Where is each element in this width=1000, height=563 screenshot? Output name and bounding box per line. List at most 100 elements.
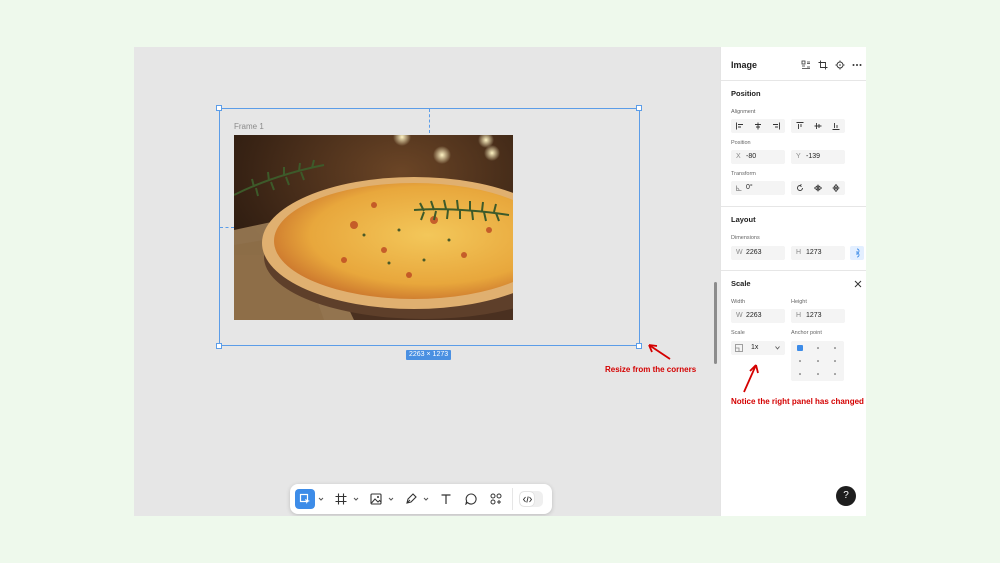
align-middle-icon[interactable] [814,122,822,130]
align-vertical-group [791,119,845,133]
comment-icon [465,493,477,505]
editor-window: Frame 1 2263 × 1273 Resize from the corn… [134,47,866,516]
resize-handle-top-left[interactable] [216,105,222,111]
w-value[interactable]: 2263 [746,309,762,323]
move-icon [299,493,310,504]
rotation-value[interactable]: 0° [746,181,753,195]
flip-horizontal-icon[interactable] [814,184,822,192]
align-right-icon[interactable] [772,122,780,130]
image-icon [370,493,382,505]
pen-icon [406,493,417,504]
resize-handle-top-right[interactable] [636,105,642,111]
anchor-middle-right[interactable] [834,360,836,362]
properties-panel: Image Position Alignment Position X -80 … [720,47,866,516]
link-icon [856,248,860,258]
anchor-point-label: Anchor point [791,330,822,336]
layout-width-field[interactable]: W 2263 [731,246,785,260]
chevron-down-icon[interactable] [423,496,429,502]
component-icon[interactable] [835,60,845,70]
annotation-arrow-panel [743,364,759,393]
help-button[interactable]: ? [836,486,856,506]
x-prefix: X [736,153,741,160]
scale-width-label: Width [731,299,746,305]
text-tool-button[interactable] [436,489,456,509]
pen-tool-button[interactable] [401,489,421,509]
rotation-field[interactable]: 0° [731,181,785,195]
scale-width-field[interactable]: W 2263 [731,309,785,323]
align-horizontal-group [731,119,785,133]
canvas[interactable]: Frame 1 2263 × 1273 Resize from the corn… [134,47,720,516]
canvas-scrollbar[interactable] [714,282,717,364]
anchor-top-center[interactable] [817,347,819,349]
anchor-middle-left[interactable] [799,360,801,362]
components-icon [490,493,502,505]
resize-handle-bottom-left[interactable] [216,343,222,349]
scale-select[interactable]: 1x [731,341,785,355]
align-top-icon[interactable] [796,122,804,130]
rotation-icon [736,185,742,191]
w-value[interactable]: 2263 [746,246,762,260]
w-prefix: W [736,312,743,319]
frame-tool-button[interactable] [331,489,351,509]
chevron-down-icon[interactable] [388,496,394,502]
panel-divider [721,80,866,81]
dev-mode-toggle[interactable] [519,491,543,507]
comment-tool-button[interactable] [461,489,481,509]
y-position-field[interactable]: Y -139 [791,150,845,164]
scale-height-field[interactable]: H 1273 [791,309,845,323]
rotate-icon[interactable] [796,184,804,192]
crop-icon[interactable] [818,60,828,70]
annotation-panel-changed: Notice the right panel has changed [731,397,864,406]
code-icon [522,495,532,503]
alignment-label: Alignment [731,109,756,115]
toolbar-divider [512,488,513,510]
image-tool-button[interactable] [366,489,386,509]
annotation-arrow-corner [648,344,671,360]
selection-box[interactable] [219,108,640,346]
flip-vertical-icon[interactable] [832,184,840,192]
grid-icon[interactable] [801,60,811,70]
h-value[interactable]: 1273 [806,246,822,260]
center-guide-vertical [429,109,430,133]
x-value[interactable]: -80 [746,150,756,164]
anchor-bottom-center[interactable] [817,373,819,375]
panel-title: Image [731,60,758,70]
w-prefix: W [736,249,743,256]
anchor-bottom-left[interactable] [799,373,801,375]
dev-mode-knob [520,492,534,506]
move-tool-button[interactable] [295,489,315,509]
more-icon[interactable] [852,60,862,70]
align-left-icon[interactable] [736,122,744,130]
close-icon[interactable] [854,280,862,288]
layout-section-title: Layout [731,215,756,224]
chevron-down-icon[interactable] [318,496,324,502]
anchor-center[interactable] [817,360,819,362]
position-label: Position [731,140,751,146]
panel-divider [721,206,866,207]
resize-handle-bottom-right[interactable] [636,343,642,349]
scale-value[interactable]: 1x [751,341,758,355]
bottom-toolbar [290,484,552,514]
chevron-down-icon [775,346,780,350]
components-tool-button[interactable] [486,489,506,509]
layout-height-field[interactable]: H 1273 [791,246,845,260]
anchor-point-grid[interactable] [791,341,844,381]
anchor-bottom-right[interactable] [834,373,836,375]
constrain-proportions-button[interactable] [850,246,864,260]
frame-icon [335,493,347,505]
dimensions-label: Dimensions [731,235,760,241]
transform-label: Transform [731,171,756,177]
panel-divider [721,270,866,271]
align-bottom-icon[interactable] [832,122,840,130]
align-center-icon[interactable] [754,122,762,130]
x-position-field[interactable]: X -80 [731,150,785,164]
anchor-top-left[interactable] [797,345,803,351]
h-value[interactable]: 1273 [806,309,822,323]
y-value[interactable]: -139 [806,150,820,164]
annotation-resize: Resize from the corners [605,365,697,374]
text-icon [441,494,451,504]
h-prefix: H [796,249,802,256]
scale-icon [735,344,743,352]
chevron-down-icon[interactable] [353,496,359,502]
anchor-top-right[interactable] [834,347,836,349]
